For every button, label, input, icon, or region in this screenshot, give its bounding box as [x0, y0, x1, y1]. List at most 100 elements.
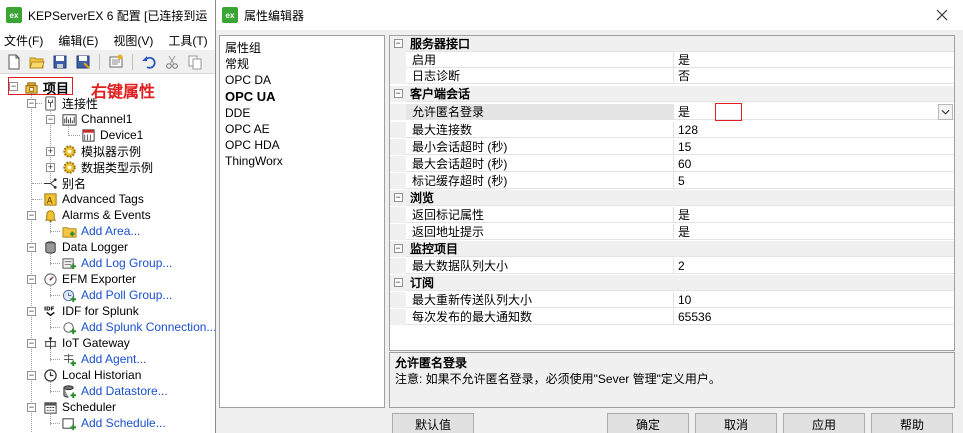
copy-icon[interactable]: [185, 52, 205, 72]
property-row[interactable]: 每次发布的最大通知数 65536: [390, 308, 954, 325]
property-row-selected[interactable]: 允许匿名登录 是: [390, 103, 954, 120]
tree-item-efm-exporter[interactable]: EFM Exporter: [42, 271, 136, 287]
tree-item-device1[interactable]: Device1: [80, 127, 143, 143]
tree-item-idf-splunk[interactable]: IDF IDF for Splunk: [42, 303, 138, 319]
property-row[interactable]: 最大会话超时 (秒) 60: [390, 155, 954, 172]
tree-item-add-area[interactable]: Add Area...: [61, 223, 140, 239]
category-server-interface[interactable]: − 服务器接口: [390, 36, 954, 52]
property-value[interactable]: 2: [674, 258, 954, 274]
category-label: 浏览: [410, 191, 435, 205]
group-item-opc-ua[interactable]: OPC UA: [220, 89, 384, 105]
tree-connector: [31, 90, 32, 433]
property-row[interactable]: 最大重新传送队列大小 10: [390, 291, 954, 308]
apply-button[interactable]: 应用: [783, 413, 865, 433]
chevron-down-icon[interactable]: [938, 103, 953, 120]
tree-item-connectivity[interactable]: 连接性: [42, 95, 98, 111]
tree-item-add-schedule[interactable]: Add Schedule...: [61, 415, 166, 431]
tree-item-add-splunk-connection[interactable]: Add Splunk Connection...: [61, 319, 215, 335]
property-value[interactable]: 128: [674, 122, 954, 138]
tree-item-add-log-group[interactable]: Add Log Group...: [61, 255, 172, 271]
menu-tools[interactable]: 工具(T): [168, 32, 207, 49]
undo-icon[interactable]: [139, 52, 159, 72]
properties-icon[interactable]: [106, 52, 126, 72]
ok-button[interactable]: 确定: [607, 413, 689, 433]
collapse-toggle[interactable]: −: [27, 275, 36, 284]
group-item-opc-ae[interactable]: OPC AE: [220, 121, 384, 137]
collapse-toggle[interactable]: −: [390, 85, 406, 102]
collapse-toggle[interactable]: −: [27, 339, 36, 348]
collapse-toggle[interactable]: −: [46, 115, 55, 124]
property-value[interactable]: 10: [674, 292, 954, 308]
property-row[interactable]: 启用 是: [390, 51, 954, 68]
close-icon[interactable]: [933, 6, 951, 24]
collapse-toggle[interactable]: −: [27, 243, 36, 252]
group-item-opc-hda[interactable]: OPC HDA: [220, 137, 384, 153]
tree-item-simulator-examples[interactable]: 模拟器示例: [61, 143, 141, 159]
collapse-toggle[interactable]: −: [27, 403, 36, 412]
tree-item-add-datastore[interactable]: Add Datastore...: [61, 383, 168, 399]
open-folder-icon[interactable]: [27, 52, 47, 72]
collapse-toggle[interactable]: −: [27, 371, 36, 380]
group-item-dde[interactable]: DDE: [220, 105, 384, 121]
expand-toggle[interactable]: +: [46, 147, 55, 156]
row-gutter: [390, 223, 406, 240]
category-client-sessions[interactable]: − 客户端会话: [390, 85, 954, 102]
new-file-icon[interactable]: [4, 52, 24, 72]
menu-file[interactable]: 文件(F): [4, 32, 43, 49]
tree-item-aliases[interactable]: 别名: [42, 175, 86, 191]
app-logo-icon: ex: [222, 7, 238, 23]
defaults-button[interactable]: 默认值: [392, 413, 474, 433]
row-gutter: [390, 51, 406, 68]
save-as-icon[interactable]: [73, 52, 93, 72]
tree-item-scheduler[interactable]: Scheduler: [42, 399, 116, 415]
property-row[interactable]: 返回地址提示 是: [390, 223, 954, 240]
tree-item-data-logger[interactable]: Data Logger: [42, 239, 128, 255]
property-row[interactable]: 最大连接数 128: [390, 121, 954, 138]
tree-item-add-agent[interactable]: Add Agent...: [61, 351, 146, 367]
collapse-toggle[interactable]: −: [27, 307, 36, 316]
property-value[interactable]: 是: [674, 52, 954, 68]
device-icon: [80, 127, 96, 143]
collapse-toggle[interactable]: −: [390, 274, 406, 291]
category-subscriptions[interactable]: − 订阅: [390, 274, 954, 291]
property-row[interactable]: 返回标记属性 是: [390, 206, 954, 223]
collapse-toggle[interactable]: −: [390, 240, 406, 257]
property-value[interactable]: 65536: [674, 309, 954, 325]
property-value[interactable]: 5: [674, 173, 954, 189]
cancel-button[interactable]: 取消: [695, 413, 777, 433]
collapse-toggle[interactable]: −: [390, 36, 406, 52]
group-item-thingworx[interactable]: ThingWorx: [220, 153, 384, 169]
property-value[interactable]: 60: [674, 156, 954, 172]
cut-icon[interactable]: [162, 52, 182, 72]
expand-toggle[interactable]: +: [46, 163, 55, 172]
advanced-tags-icon: A: [42, 191, 58, 207]
tree-item-iot-gateway[interactable]: IoT Gateway: [42, 335, 130, 351]
tree-item-local-historian[interactable]: Local Historian: [42, 367, 141, 383]
tree-root-project[interactable]: 项目: [23, 79, 69, 96]
tree-item-channel1[interactable]: Channel1: [61, 111, 132, 127]
group-item-general[interactable]: 常规: [220, 56, 384, 72]
property-row[interactable]: 标记缓存超时 (秒) 5: [390, 172, 954, 189]
group-item-opc-da[interactable]: OPC DA: [220, 72, 384, 88]
property-value[interactable]: 是: [674, 224, 954, 240]
category-browse[interactable]: − 浏览: [390, 189, 954, 206]
property-value[interactable]: 15: [674, 139, 954, 155]
tree-item-add-poll-group[interactable]: Add Poll Group...: [61, 287, 172, 303]
property-value[interactable]: 否: [674, 68, 954, 84]
menu-view[interactable]: 视图(V): [113, 32, 153, 49]
property-row[interactable]: 最大数据队列大小 2: [390, 257, 954, 274]
property-value[interactable]: 是: [674, 207, 954, 223]
toolbar-separator: [99, 53, 100, 70]
property-row[interactable]: 最小会话超时 (秒) 15: [390, 138, 954, 155]
help-button[interactable]: 帮助: [871, 413, 953, 433]
save-icon[interactable]: [50, 52, 70, 72]
collapse-toggle[interactable]: −: [27, 211, 36, 220]
menu-edit[interactable]: 编辑(E): [58, 32, 98, 49]
category-monitored-items[interactable]: − 监控项目: [390, 240, 954, 257]
tree-item-alarms-events[interactable]: Alarms & Events: [42, 207, 151, 223]
collapse-toggle[interactable]: −: [390, 189, 406, 206]
tree-item-advanced-tags[interactable]: A Advanced Tags: [42, 191, 144, 207]
property-row[interactable]: 日志诊断 否: [390, 67, 954, 84]
collapse-toggle[interactable]: −: [27, 99, 36, 108]
tree-item-data-type-examples[interactable]: 数据类型示例: [61, 159, 153, 175]
